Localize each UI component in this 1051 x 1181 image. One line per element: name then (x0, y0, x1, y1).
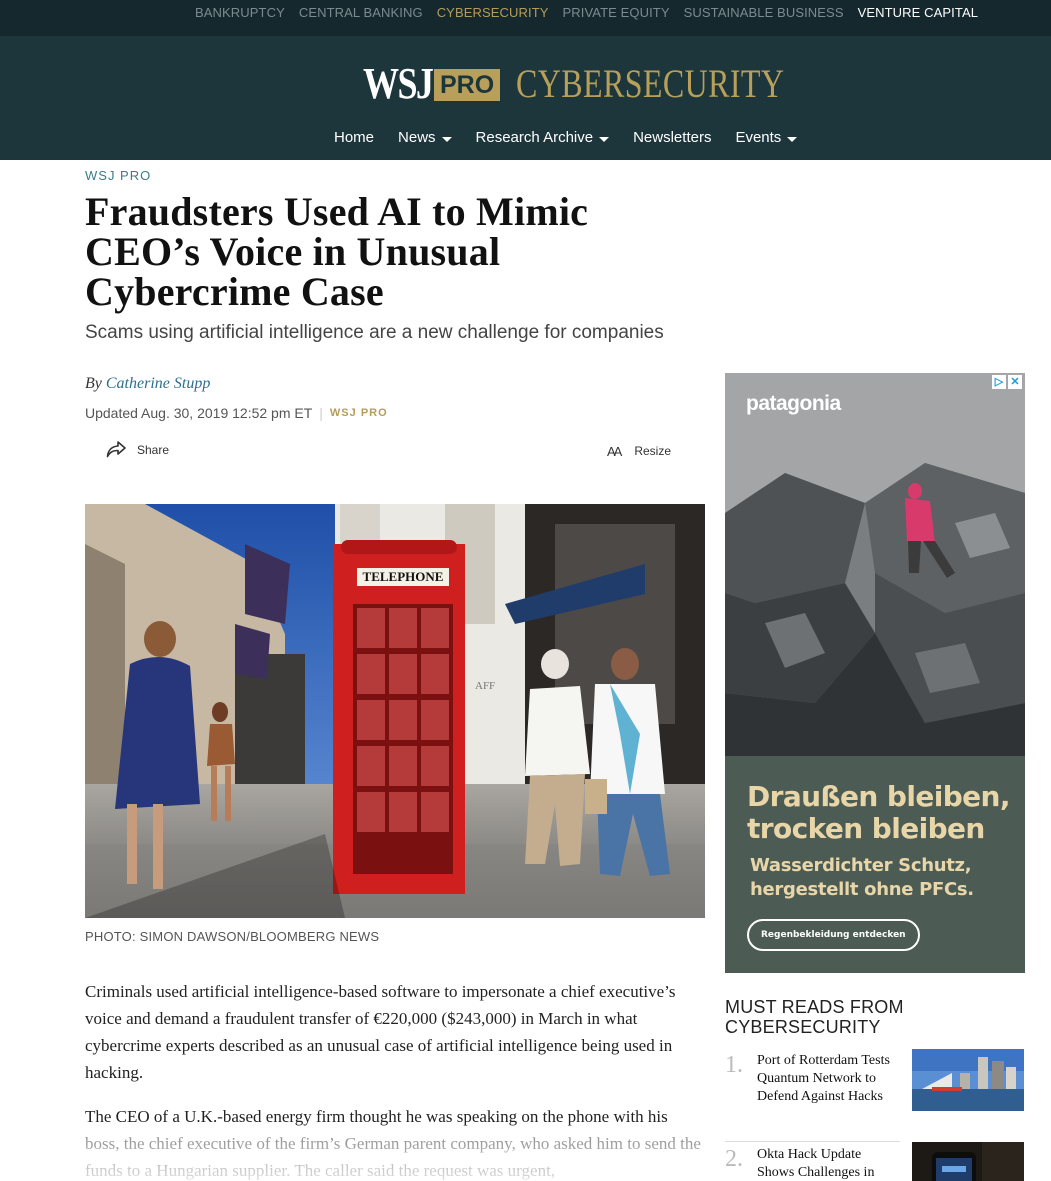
must-read-thumbnail[interactable] (912, 1142, 1024, 1181)
nav-events-label: Events (735, 129, 782, 146)
nav-newsletters[interactable]: Newsletters (633, 129, 711, 147)
ad-headline: Draußen bleiben, trocken bleiben (747, 780, 1011, 845)
nav-newsletters-label: Newsletters (633, 129, 712, 146)
main-nav: Home News Research Archive Newsletters E… (334, 129, 821, 147)
nav-events[interactable]: Events (735, 129, 798, 147)
caret-down-icon (787, 136, 798, 142)
ad-cta-button[interactable]: Regenbekleidung entdecken (747, 919, 920, 951)
must-read-thumbnail[interactable] (912, 1049, 1024, 1111)
byline-prefix: By (85, 375, 102, 392)
caret-down-icon (441, 136, 452, 142)
must-read-number: 2. (725, 1146, 743, 1172)
photo-shop-sign: AFF (475, 680, 495, 692)
vertical-link-sustainable-business[interactable]: SUSTAINABLE BUSINESS (684, 6, 844, 20)
vertical-link-private-equity[interactable]: PRIVATE EQUITY (563, 6, 670, 20)
vertical-link-venture-capital[interactable]: VENTURE CAPITAL (858, 6, 978, 20)
nav-home[interactable]: Home (334, 129, 374, 147)
updated-time: Updated Aug. 30, 2019 12:52 pm ET (85, 405, 313, 421)
logo-wsj: WSJ (363, 59, 434, 108)
must-reads-divider (725, 1141, 900, 1142)
share-label: Share (137, 443, 170, 457)
advertisement[interactable]: patagonia ▷ ✕ Draußen bleiben, trocken b… (725, 373, 1025, 973)
author-link[interactable]: Catherine Stupp (106, 375, 210, 392)
vertical-link-cybersecurity[interactable]: CYBERSECURITY (437, 6, 549, 20)
resize-button[interactable]: AA Resize (607, 440, 671, 461)
must-read-title[interactable]: Okta Hack Update Shows Challenges in (757, 1146, 897, 1181)
close-icon[interactable]: ✕ (1008, 375, 1022, 389)
photo-booth-sign: TELEPHONE (363, 569, 444, 584)
photo-caption: PHOTO: SIMON DAWSON/BLOOMBERG NEWS (85, 929, 380, 944)
caret-down-icon (599, 136, 610, 142)
verticals-bar: BANKRUPTCY CENTRAL BANKING CYBERSECURITY… (0, 0, 1051, 36)
logo-pro-badge: PRO (434, 69, 501, 101)
resize-text-icon: AA (607, 440, 622, 461)
nav-home-label: Home (334, 129, 375, 146)
nav-research-archive[interactable]: Research Archive (476, 129, 610, 147)
article-dek: Scams using artificial intelligence are … (85, 322, 664, 343)
share-button[interactable]: Share (105, 440, 169, 460)
byline: By Catherine Stupp (85, 375, 210, 393)
timestamp-divider: | (319, 405, 323, 421)
must-read-item[interactable]: 2. Okta Hack Update Shows Challenges in (725, 1142, 1025, 1181)
site-logo[interactable]: WSJ PRO CYBERSECURITY (363, 62, 852, 106)
article-kicker[interactable]: WSJ PRO (85, 168, 151, 183)
rotterdam-skyline-image (912, 1049, 1024, 1111)
nav-news-label: News (398, 129, 436, 146)
street-scene-image: AFF TELEPHONE (85, 504, 705, 918)
must-read-item[interactable]: 1. Port of Rotterdam Tests Quantum Netwo… (725, 1049, 1025, 1132)
source-label: WSJ PRO (329, 407, 388, 419)
patagonia-logo: patagonia (746, 392, 841, 415)
resize-glyph: AA (607, 444, 622, 459)
logo-section-name: CYBERSECURITY (516, 61, 785, 106)
adchoices-icon[interactable]: ▷ (992, 375, 1006, 389)
share-arrow-icon (106, 441, 126, 458)
timestamp: Updated Aug. 30, 2019 12:52 pm ET | WSJ … (85, 405, 388, 421)
resize-label: Resize (634, 443, 672, 458)
masthead: WSJ PRO CYBERSECURITY Home News Research… (0, 36, 1051, 160)
ad-rocks-image (725, 373, 1025, 756)
ad-choices[interactable]: ▷ ✕ (992, 375, 1022, 389)
phone-screen-image (912, 1142, 1024, 1181)
must-reads-title: MUST READS FROM CYBERSECURITY (725, 997, 904, 1037)
must-read-title[interactable]: Port of Rotterdam Tests Quantum Network … (757, 1052, 897, 1106)
article-paragraph: Criminals used artificial intelligence-b… (85, 982, 676, 1082)
nav-news[interactable]: News (398, 129, 452, 147)
vertical-link-bankruptcy[interactable]: BANKRUPTCY (195, 6, 285, 20)
nav-research-label: Research Archive (475, 129, 594, 146)
lead-photo: AFF TELEPHONE (85, 504, 705, 918)
vertical-link-central-banking[interactable]: CENTRAL BANKING (299, 6, 423, 20)
must-read-number: 1. (725, 1052, 743, 1078)
paywall-fade (0, 1130, 720, 1181)
article-headline: Fraudsters Used AI to Mimic CEO’s Voice … (85, 189, 589, 314)
ad-subheadline: Wasserdichter Schutz, hergestellt ohne P… (750, 855, 974, 900)
